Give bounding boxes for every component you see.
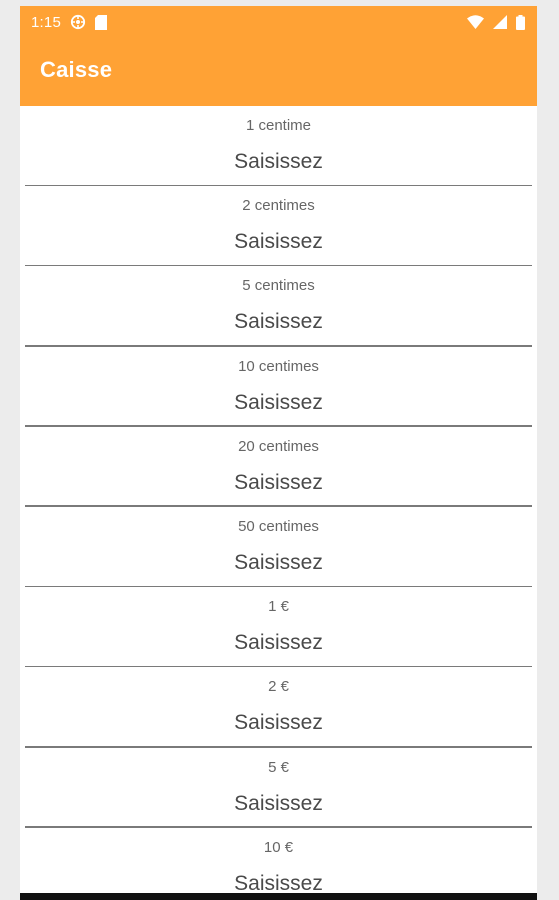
device-frame: 1:15 Caisse 1 centime Saisissez 2 centim… [0,0,559,900]
denomination-label: 10 € [263,838,294,856]
denomination-row: 2 € [20,667,537,748]
app-title: Caisse [40,57,113,82]
navigation-bar-edge [20,893,537,900]
denomination-label: 5 centimes [242,277,315,295]
denomination-row: 10 € [20,828,537,900]
quantity-input[interactable] [20,470,537,495]
denomination-label: 20 centimes [238,437,319,455]
denomination-label: 50 centimes [238,517,319,535]
denomination-row: 5 centimes [20,266,537,347]
battery-icon [516,14,525,30]
quantity-input[interactable] [20,310,537,335]
settings-gear-icon [70,14,86,30]
status-left: 1:15 [31,14,107,31]
app-bar: Caisse [20,38,537,106]
quantity-input[interactable] [20,550,537,575]
sd-card-icon [95,14,107,30]
status-bar: 1:15 [20,6,537,38]
denomination-row: 1 € [20,587,537,668]
quantity-input[interactable] [20,631,537,656]
denomination-label: 1 € [268,598,289,616]
denomination-label: 1 centime [245,117,312,134]
status-right [467,14,525,30]
denomination-row: 1 centime [20,106,537,187]
cell-signal-icon [493,15,507,29]
status-time: 1:15 [31,13,61,31]
wifi-icon [467,15,484,29]
denomination-label: 5 € [268,758,289,776]
denomination-label: 2 € [268,678,289,696]
quantity-input[interactable] [20,150,537,174]
quantity-input[interactable] [20,711,537,736]
app-screen: 1:15 Caisse 1 centime Saisissez 2 centim… [20,6,537,900]
denomination-label: 2 centimes [242,197,315,215]
denomination-row: 50 centimes [20,507,537,588]
denomination-label: 10 centimes [238,357,319,375]
quantity-input[interactable] [20,791,537,816]
quantity-input[interactable] [20,230,537,255]
denomination-list: 1 centime 2 centimes 5 centimes 10 centimes… [20,106,537,900]
denomination-row: 10 centimes [20,347,537,427]
denomination-row: 5 € [20,748,537,828]
denomination-row: 2 centimes [20,186,537,267]
denomination-row: 20 centimes [20,427,537,507]
quantity-input[interactable] [20,390,537,415]
